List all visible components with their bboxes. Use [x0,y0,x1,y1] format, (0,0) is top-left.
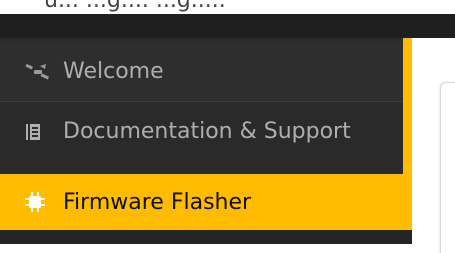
sidebar-item-label: Welcome [63,59,164,84]
top-partial-text: u... ...g.... ...g..... [44,0,226,13]
book-icon [24,120,54,144]
sidebar-item-welcome[interactable]: Welcome [0,43,403,100]
top-cropped-area: u... ...g.... ...g..... [0,0,455,14]
satellite-icon [24,60,54,84]
sidebar-item-documentation[interactable]: Documentation & Support [0,103,403,160]
sidebar-item-firmware-flasher[interactable]: Firmware Flasher [0,174,412,230]
sidebar-next-item-partial [0,230,412,244]
chip-icon [24,190,54,214]
sidebar-item-label: Documentation & Support [63,119,351,144]
header-bar [0,14,455,38]
sidebar-item-label: Firmware Flasher [63,189,252,215]
nav-divider [0,101,403,102]
content-panel [440,82,455,253]
